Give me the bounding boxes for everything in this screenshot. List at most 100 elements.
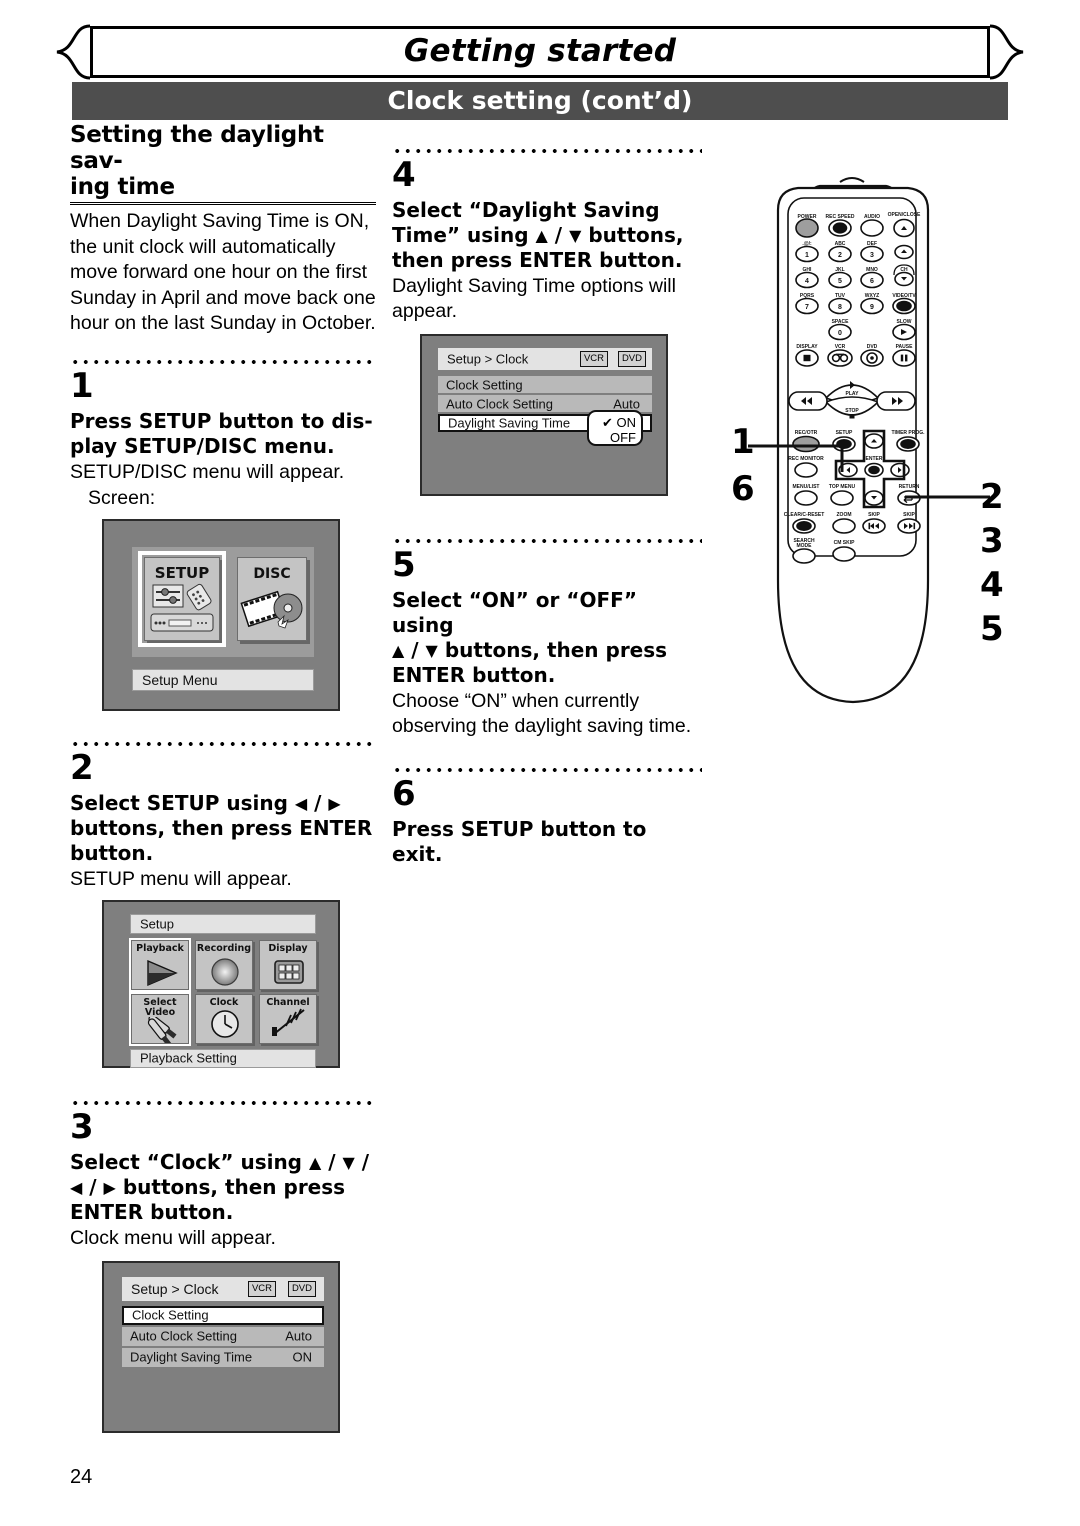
gtile-recording-label: Recording bbox=[196, 942, 252, 954]
step-1-note2: Screen: bbox=[88, 486, 156, 509]
clock-row-clock-setting[interactable]: Clock Setting bbox=[122, 1305, 324, 1325]
svg-text:9: 9 bbox=[870, 304, 874, 311]
svg-text:6: 6 bbox=[870, 278, 874, 285]
setup-disc-footer-label: Setup Menu bbox=[142, 671, 218, 688]
dst-row-clock-setting[interactable]: Clock Setting bbox=[438, 376, 652, 393]
clock-row-value: Auto bbox=[285, 1328, 312, 1344]
svg-text:RETURN: RETURN bbox=[899, 484, 920, 490]
svg-text:TIMER PROG.: TIMER PROG. bbox=[891, 430, 925, 436]
dst-row-label: Auto Clock Setting bbox=[446, 396, 553, 411]
svg-text:PAUSE: PAUSE bbox=[896, 344, 914, 350]
callout-1: 1 bbox=[731, 422, 755, 462]
clock-row-value: ON bbox=[292, 1349, 313, 1365]
tile-disc-label: DISC bbox=[253, 565, 291, 582]
step-number-3: 3 bbox=[70, 1106, 94, 1147]
svg-text:4: 4 bbox=[805, 278, 809, 285]
callout-2: 2 bbox=[980, 477, 1004, 517]
svg-text:MODE: MODE bbox=[797, 543, 813, 549]
step-number-2: 2 bbox=[70, 747, 94, 788]
step-number-1: 1 bbox=[70, 365, 94, 406]
gtile-playback[interactable]: Playback bbox=[129, 937, 191, 992]
dst-option-off[interactable]: OFF bbox=[610, 430, 636, 445]
callout-4: 4 bbox=[980, 565, 1004, 605]
step-number-4: 4 bbox=[392, 155, 416, 195]
tile-disc[interactable]: DISC bbox=[237, 556, 307, 641]
section-banner: Clock setting (cont’d) bbox=[72, 82, 1008, 120]
intro-paragraph: When Daylight Saving Time is ON, the uni… bbox=[70, 210, 376, 334]
setup-disc-footer: Setup Menu bbox=[132, 668, 314, 691]
left-column: Setting the daylight sav-ing time When D… bbox=[70, 122, 376, 1433]
svg-text:CM SKIP: CM SKIP bbox=[834, 540, 856, 546]
clock-menu-dst-title: Setup > Clock bbox=[447, 351, 529, 367]
svg-text:SKIP: SKIP bbox=[903, 512, 915, 518]
gtile-clock[interactable]: Clock bbox=[195, 993, 253, 1044]
svg-text:OPEN/CLOSE: OPEN/CLOSE bbox=[888, 212, 921, 218]
svg-text:REC SPEED: REC SPEED bbox=[826, 214, 855, 220]
callout-6: 6 bbox=[731, 469, 755, 509]
svg-text:SKIP: SKIP bbox=[868, 512, 880, 518]
step-5-instruction: Select “ON” or “OFF” using ▲ / ▼ buttons,… bbox=[392, 588, 668, 687]
tile-setup-label: SETUP bbox=[154, 563, 210, 582]
clock-row-label: Clock Setting bbox=[132, 1307, 209, 1323]
badge-dvd: DVD bbox=[617, 351, 646, 367]
svg-text:TOP MENU: TOP MENU bbox=[829, 484, 856, 490]
setup-menu-screen: Setup Playback Recording Display Select … bbox=[102, 899, 340, 1068]
svg-text:1: 1 bbox=[805, 252, 809, 259]
clock-menu-title: Setup > Clock bbox=[131, 1280, 219, 1297]
callout-5: 5 bbox=[980, 609, 1004, 649]
dst-row-label: Daylight Saving Time bbox=[448, 415, 571, 431]
gtile-clock-label: Clock bbox=[209, 996, 239, 1008]
step-4-instruction: Select “Daylight Saving Time” using ▲ / ▼… bbox=[392, 198, 684, 272]
clock-menu-screen: Setup > Clock VCR DVD Clock Setting Auto… bbox=[102, 1260, 340, 1433]
clock-menu-header: Setup > Clock VCR DVD bbox=[122, 1276, 324, 1301]
gtile-display-label: Display bbox=[268, 942, 308, 954]
section-title: Clock setting (cont’d) bbox=[387, 86, 693, 115]
svg-text:8: 8 bbox=[838, 304, 842, 311]
badge-vcr: VCR bbox=[579, 351, 608, 367]
svg-text:5: 5 bbox=[838, 278, 842, 285]
tile-setup[interactable]: SETUP bbox=[138, 550, 226, 647]
svg-text:0: 0 bbox=[838, 330, 842, 337]
svg-text:STOP: STOP bbox=[845, 408, 859, 414]
svg-text:VCR: VCR bbox=[835, 344, 846, 350]
gtile-display[interactable]: Display bbox=[259, 939, 317, 990]
svg-text:SETUP: SETUP bbox=[836, 430, 853, 436]
setup-menu-header-label: Setup bbox=[140, 916, 174, 931]
svg-text:3: 3 bbox=[870, 252, 874, 259]
svg-text:CLEAR/C-RESET: CLEAR/C-RESET bbox=[784, 512, 825, 518]
step-3-instruction: Select “Clock” using ▲ / ▼ / ◀ / ▶ button… bbox=[70, 1149, 370, 1224]
dotted-divider bbox=[392, 140, 702, 156]
middle-column: 4 Select “Daylight Saving Time” using ▲ /… bbox=[392, 140, 702, 867]
page-title: Getting started bbox=[403, 33, 677, 69]
callout-3: 3 bbox=[980, 521, 1004, 561]
step-5-note: Choose “ON” when currently observing the… bbox=[392, 690, 692, 737]
clock-row-daylight-saving-time[interactable]: Daylight Saving Time ON bbox=[122, 1347, 324, 1367]
dst-options-popup[interactable]: ✔ ON OFF bbox=[587, 410, 643, 446]
gtile-select-video-label: Select Video bbox=[143, 996, 177, 1018]
clock-row-auto-clock-setting[interactable]: Auto Clock Setting Auto bbox=[122, 1326, 324, 1346]
clock-menu-dst-screen: Setup > Clock VCR DVD Clock Setting Auto… bbox=[420, 334, 668, 496]
badge-vcr: VCR bbox=[247, 1280, 276, 1297]
gtile-select-video[interactable]: Select Video bbox=[129, 991, 191, 1046]
clock-row-label: Auto Clock Setting bbox=[130, 1328, 237, 1344]
badge-dvd: DVD bbox=[287, 1280, 316, 1297]
svg-text:ENTER: ENTER bbox=[866, 456, 883, 462]
step-3-note: Clock menu will appear. bbox=[70, 1226, 276, 1249]
setup-menu-header: Setup bbox=[130, 913, 316, 934]
dotted-divider bbox=[392, 759, 702, 775]
dotted-divider bbox=[70, 350, 376, 367]
svg-text:REC MONITOR: REC MONITOR bbox=[788, 456, 824, 462]
dst-option-on[interactable]: ✔ ON bbox=[602, 415, 636, 431]
gtile-channel[interactable]: Channel bbox=[259, 993, 317, 1044]
gtile-recording[interactable]: Recording bbox=[195, 939, 253, 990]
svg-text:7: 7 bbox=[805, 304, 809, 311]
gtile-playback-label: Playback bbox=[136, 942, 184, 954]
svg-text:MENU/LIST: MENU/LIST bbox=[793, 484, 820, 490]
svg-text:2: 2 bbox=[838, 252, 842, 259]
step-6-instruction: Press SETUP button to exit. bbox=[392, 817, 647, 866]
remote-control-diagram: .ol{fill:#fff;stroke:#111;stroke-width:2… bbox=[752, 176, 952, 724]
step-number-5: 5 bbox=[392, 545, 416, 585]
step-1-instruction: Press SETUP button to dis-play SETUP/DIS… bbox=[70, 408, 373, 458]
dotted-divider bbox=[392, 530, 702, 546]
dst-row-label: Clock Setting bbox=[446, 377, 523, 392]
